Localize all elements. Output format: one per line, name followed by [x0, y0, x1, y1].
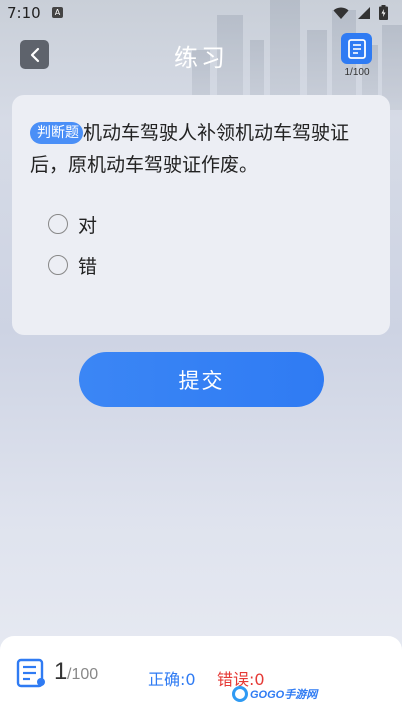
list-icon — [347, 38, 366, 59]
signal-icon — [358, 6, 370, 19]
option-label: 错 — [78, 255, 98, 278]
battery-icon — [379, 5, 388, 20]
status-icons — [333, 5, 388, 20]
question-type-tag: 判断题 — [30, 122, 83, 144]
question-card: 判断题 机动车驾驶人补领机动车驾驶证后，原机动车驾驶证作废。 对 错 — [12, 95, 390, 335]
option-label: 对 — [78, 214, 98, 237]
bottom-bar: 1 /100 正确:0 错误:0 — [0, 636, 402, 714]
question-text-block: 判断题 机动车驾驶人补领机动车驾驶证后，原机动车驾驶证作废。 — [30, 117, 375, 181]
total-questions: /100 — [67, 666, 99, 683]
option-false[interactable]: 错 — [48, 253, 98, 278]
radio-unchecked-icon[interactable] — [48, 214, 68, 234]
question-list-button[interactable] — [341, 33, 372, 64]
watermark-logo: GOGO手游网 — [232, 686, 317, 702]
progress-counter: 1/100 — [344, 67, 370, 78]
current-question-number: 1 — [54, 658, 68, 685]
status-bar: 7:10 A — [0, 0, 402, 28]
watermark-text: GOGO手游网 — [250, 689, 318, 701]
option-true[interactable]: 对 — [48, 212, 98, 237]
submit-button[interactable]: 提交 — [79, 352, 324, 407]
answer-sheet-icon[interactable] — [16, 658, 46, 688]
status-time: 7:10 — [7, 4, 41, 22]
watermark-circle-icon — [232, 686, 248, 702]
radio-unchecked-icon[interactable] — [48, 255, 68, 275]
wifi-icon — [333, 7, 349, 19]
notification-icon: A — [52, 7, 63, 18]
correct-count: 正确:0 — [148, 670, 196, 689]
